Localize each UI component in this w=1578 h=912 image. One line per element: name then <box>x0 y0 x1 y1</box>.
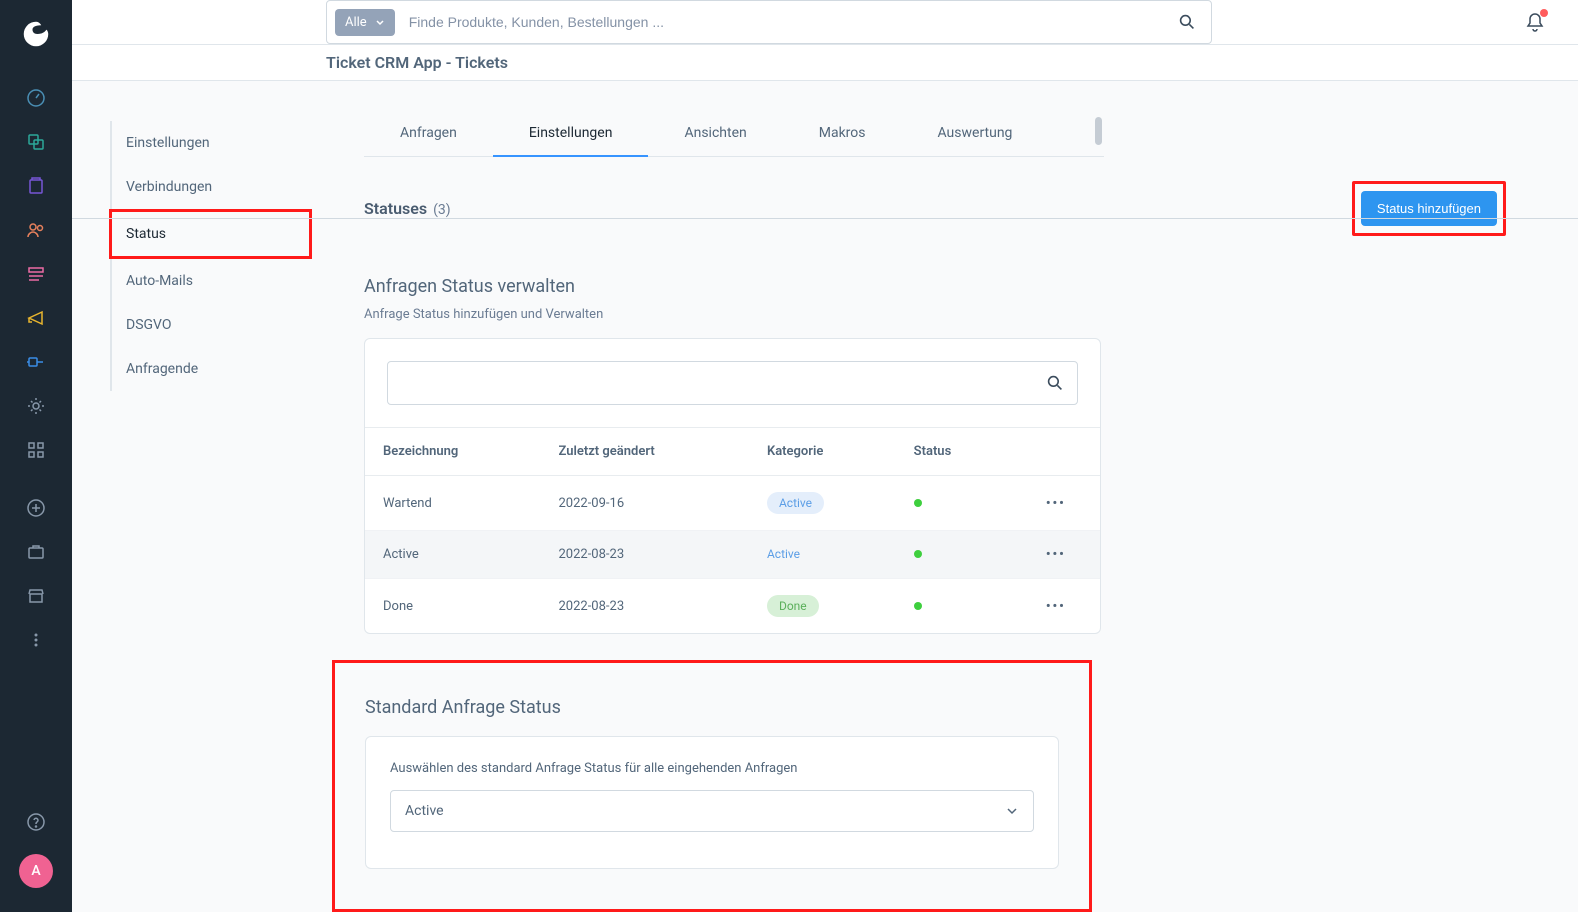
global-search: Alle <box>326 0 1212 44</box>
side-item-label: Einstellungen <box>126 135 210 151</box>
side-item-label: Anfragende <box>126 361 198 377</box>
side-item-automails[interactable]: Auto-Mails <box>110 259 352 303</box>
orders-icon[interactable] <box>26 176 46 196</box>
search-filter-dropdown[interactable]: Alle <box>335 9 395 36</box>
tab-einstellungen[interactable]: Einstellungen <box>493 117 649 157</box>
section-subtitle: Anfrage Status hinzufügen und Verwalten <box>364 307 1518 322</box>
cell-date: 2022-08-23 <box>540 579 748 634</box>
cell-date: 2022-09-16 <box>540 476 748 531</box>
side-item-status[interactable]: Status <box>109 209 312 259</box>
status-dot <box>914 499 922 507</box>
standard-title: Standard Anfrage Status <box>365 697 1059 718</box>
app-logo[interactable] <box>22 20 50 48</box>
table-row[interactable]: Done2022-08-23Done ••• <box>365 579 1100 634</box>
chevron-down-icon <box>375 17 385 27</box>
status-table-card: BezeichnungZuletzt geändertKategorieStat… <box>364 338 1101 634</box>
column-header: Kategorie <box>749 428 896 476</box>
standard-status-highlight: Standard Anfrage Status Auswählen des st… <box>332 660 1092 912</box>
cell-status <box>896 476 1012 531</box>
cell-name: Active <box>365 531 540 579</box>
settings-icon[interactable] <box>26 396 46 416</box>
side-item-label: Status <box>126 226 166 242</box>
cell-actions: ••• <box>1012 476 1100 531</box>
help-icon[interactable] <box>26 812 46 832</box>
standard-status-value: Active <box>405 803 444 819</box>
chevron-down-icon <box>1005 804 1019 818</box>
more-icon[interactable] <box>26 630 46 650</box>
cell-actions: ••• <box>1012 579 1100 634</box>
cell-status <box>896 531 1012 579</box>
search-button[interactable] <box>1163 14 1211 30</box>
marketing-icon[interactable] <box>26 308 46 328</box>
left-sidebar: A <box>0 0 72 912</box>
table-row[interactable]: Active2022-08-23Active ••• <box>365 531 1100 579</box>
content: AnfragenEinstellungenAnsichtenMakrosAusw… <box>352 81 1578 912</box>
add-icon[interactable] <box>26 498 46 518</box>
cell-category: Done <box>749 579 896 634</box>
row-actions-button[interactable]: ••• <box>1046 496 1066 511</box>
side-item-anfragende[interactable]: Anfragende <box>110 347 352 391</box>
row-actions-button[interactable]: ••• <box>1046 599 1066 614</box>
standard-status-card: Auswählen des standard Anfrage Status fü… <box>365 736 1059 869</box>
cell-actions: ••• <box>1012 531 1100 579</box>
subheader: Statuses (3) Status hinzufügen <box>352 157 1518 258</box>
column-header: Status <box>896 428 1012 476</box>
tab-ansichten[interactable]: Ansichten <box>648 117 782 156</box>
cell-name: Done <box>365 579 540 634</box>
column-header <box>1012 428 1100 476</box>
side-menu: Einstellungen Verbindungen Status Auto-Mail… <box>72 81 352 912</box>
table-row[interactable]: Wartend2022-09-16Active ••• <box>365 476 1100 531</box>
customers-icon[interactable] <box>26 220 46 240</box>
cell-category: Active <box>749 531 896 579</box>
avatar-letter: A <box>31 863 40 879</box>
standard-status-select[interactable]: Active <box>390 790 1034 832</box>
scrollbar-thumb[interactable] <box>1095 117 1102 145</box>
user-avatar[interactable]: A <box>19 854 53 888</box>
page-title: Ticket CRM App - Tickets <box>326 53 508 72</box>
dashboard-icon[interactable] <box>26 88 46 108</box>
apps-icon[interactable] <box>26 440 46 460</box>
tab-makros[interactable]: Makros <box>783 117 902 156</box>
tab-anfragen[interactable]: Anfragen <box>364 117 493 156</box>
side-item-label: DSGVO <box>126 317 172 333</box>
subheader-title: Statuses <box>364 199 427 218</box>
side-item-verbindungen[interactable]: Verbindungen <box>110 165 352 209</box>
tab-auswertung[interactable]: Auswertung <box>902 117 1049 156</box>
content-icon[interactable] <box>26 264 46 284</box>
add-status-button[interactable]: Status hinzufügen <box>1361 191 1497 226</box>
subheader-count: (3) <box>433 202 451 218</box>
standard-label: Auswählen des standard Anfrage Status fü… <box>390 761 1034 776</box>
status-table: BezeichnungZuletzt geändertKategorieStat… <box>365 428 1100 633</box>
search-input[interactable] <box>395 14 1163 30</box>
side-item-dsgvo[interactable]: DSGVO <box>110 303 352 347</box>
row-actions-button[interactable]: ••• <box>1046 547 1066 562</box>
search-filter-label: Alle <box>345 15 367 30</box>
extensions-icon[interactable] <box>26 352 46 372</box>
cell-date: 2022-08-23 <box>540 531 748 579</box>
notification-dot <box>1540 9 1548 17</box>
side-item-label: Verbindungen <box>126 179 212 195</box>
search-icon <box>1047 375 1063 391</box>
tabs: AnfragenEinstellungenAnsichtenMakrosAusw… <box>364 81 1104 157</box>
cell-name: Wartend <box>365 476 540 531</box>
catalog-icon[interactable] <box>26 132 46 152</box>
cell-category: Active <box>749 476 896 531</box>
notifications-button[interactable] <box>1524 11 1546 33</box>
cell-status <box>896 579 1012 634</box>
status-dot <box>914 602 922 610</box>
briefcase-icon[interactable] <box>26 542 46 562</box>
add-button-highlight: Status hinzufügen <box>1352 181 1506 236</box>
side-item-label: Auto-Mails <box>126 273 193 289</box>
section-title: Anfragen Status verwalten <box>364 276 1518 297</box>
top-bar: Alle <box>72 0 1578 45</box>
table-search-input[interactable] <box>387 361 1078 405</box>
store-icon[interactable] <box>26 586 46 606</box>
side-item-einstellungen[interactable]: Einstellungen <box>110 121 352 165</box>
status-dot <box>914 550 922 558</box>
column-header: Zuletzt geändert <box>540 428 748 476</box>
search-icon <box>1179 14 1195 30</box>
column-header: Bezeichnung <box>365 428 540 476</box>
title-bar: Ticket CRM App - Tickets <box>72 45 1578 81</box>
